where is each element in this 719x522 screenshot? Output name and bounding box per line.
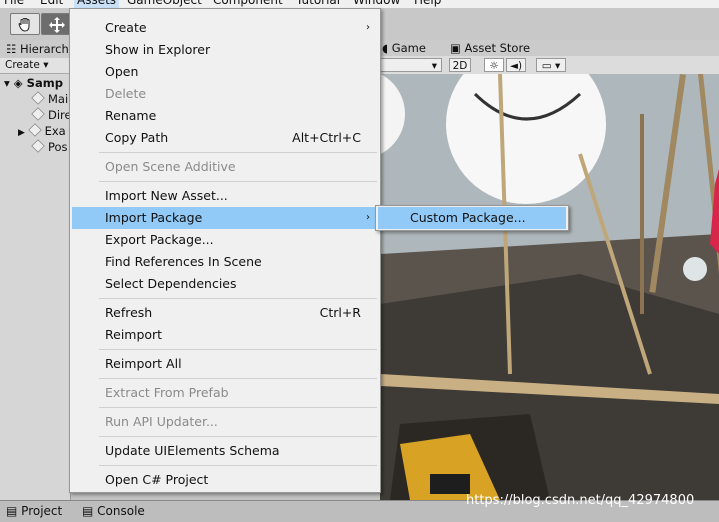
menu-item-run-api-updater[interactable]: Run API Updater... <box>72 411 378 433</box>
move-tool-button[interactable] <box>41 13 71 35</box>
lighting-toggle[interactable]: ☼ <box>484 58 504 72</box>
menu-item-custom-package[interactable]: Custom Package... <box>378 207 566 229</box>
scene-toolbar: ▾ 2D ☼ ◄) ▭ ▾ <box>370 56 719 75</box>
menu-item-rename[interactable]: Rename <box>72 105 378 127</box>
move-arrows-icon <box>49 17 65 33</box>
hierarchy-item[interactable]: ▶ Exa <box>18 123 66 139</box>
menu-separator <box>99 152 377 153</box>
menu-separator <box>99 407 377 408</box>
scene-render <box>380 74 719 500</box>
hierarchy-tab[interactable]: ☷ Hierarch <box>0 40 70 58</box>
menu-assets[interactable]: Assets <box>74 0 120 8</box>
tab-asset-store[interactable]: ▣ Asset Store <box>450 41 530 55</box>
list-icon: ☷ <box>6 42 17 56</box>
scene-name: Samp <box>26 76 63 90</box>
menu-item-show-in-explorer[interactable]: Show in Explorer <box>72 39 378 61</box>
menu-item-copy-path[interactable]: Copy Path Alt+Ctrl+C <box>72 127 378 149</box>
tab-console[interactable]: ▤ Console <box>82 504 145 518</box>
menu-separator <box>99 378 377 379</box>
submenu-arrow-icon: › <box>366 22 370 33</box>
gameobject-cube-icon <box>31 107 45 121</box>
menu-file[interactable]: File <box>4 0 24 8</box>
hand-tool-button[interactable] <box>10 13 40 35</box>
scene-viewport[interactable] <box>380 74 719 500</box>
menu-separator <box>99 465 377 466</box>
menu-item-find-references[interactable]: Find References In Scene <box>72 251 378 273</box>
gameobject-cube-icon <box>31 91 45 105</box>
hierarchy-item[interactable]: Mai <box>31 91 69 107</box>
hierarchy-create-bar: Create ▾ <box>0 58 70 74</box>
hierarchy-item-label: Mai <box>48 92 69 106</box>
unity-logo-icon: ◈ <box>13 76 23 90</box>
image-icon: ▭ <box>541 60 552 72</box>
import-package-submenu: Custom Package... <box>375 205 569 231</box>
menu-item-export-package[interactable]: Export Package... <box>72 229 378 251</box>
menu-item-open[interactable]: Open <box>72 61 378 83</box>
collapse-arrow-icon: ▶ <box>18 128 25 138</box>
hierarchy-tab-label: Hierarch <box>19 42 69 56</box>
gameobject-cube-icon <box>27 123 42 137</box>
tab-project[interactable]: ▤ Project <box>6 504 62 518</box>
watermark-text: https://blog.csdn.net/qq_42974800 <box>466 493 695 508</box>
mode-2d-toggle[interactable]: 2D <box>449 58 471 72</box>
menu-item-reimport[interactable]: Reimport <box>72 324 378 346</box>
menu-item-create[interactable]: Create › <box>72 17 378 39</box>
menu-item-import-new-asset[interactable]: Import New Asset... <box>72 185 378 207</box>
menu-edit[interactable]: Edit <box>40 0 63 8</box>
menu-gameobject[interactable]: GameObject <box>127 0 202 8</box>
menu-separator <box>99 181 377 182</box>
menu-item-select-dependencies[interactable]: Select Dependencies <box>72 273 378 295</box>
folder-icon: ▤ <box>6 504 18 518</box>
menu-item-open-csharp-project[interactable]: Open C# Project <box>72 469 378 491</box>
gameobject-cube-icon <box>31 139 45 153</box>
create-dropdown-button[interactable]: Create ▾ <box>5 59 49 71</box>
menu-item-delete[interactable]: Delete <box>72 83 378 105</box>
sun-icon: ☼ <box>489 60 499 72</box>
store-icon: ▣ <box>450 41 461 55</box>
hierarchy-item[interactable]: Dire <box>31 107 72 123</box>
view-tabs: ◖ Game ▣ Asset Store <box>380 40 719 56</box>
hierarchy-item-label: Pos <box>48 140 68 154</box>
menu-item-import-package[interactable]: Import Package › <box>72 207 378 229</box>
menu-component[interactable]: Component <box>213 0 283 8</box>
menu-separator <box>99 349 377 350</box>
menu-window[interactable]: Window <box>353 0 400 8</box>
console-icon: ▤ <box>82 504 94 518</box>
menu-separator <box>99 298 377 299</box>
gamepad-icon: ◖ <box>382 41 389 55</box>
scene-root-row[interactable]: ▾ ◈ Samp <box>4 75 63 91</box>
hierarchy-panel: ☷ Hierarch Create ▾ ▾ ◈ Samp Mai Dire ▶ … <box>0 40 72 500</box>
hierarchy-item-label: Exa <box>44 124 66 138</box>
speaker-icon: ◄) <box>509 60 523 72</box>
main-menubar: File Edit Assets GameObject Component Tu… <box>0 0 719 8</box>
menu-tutorial[interactable]: Tutorial <box>296 0 340 8</box>
menu-item-open-scene-additive[interactable]: Open Scene Additive <box>72 156 378 178</box>
menu-item-extract-from-prefab[interactable]: Extract From Prefab <box>72 382 378 404</box>
menu-help[interactable]: Help <box>414 0 441 8</box>
menu-item-reimport-all[interactable]: Reimport All <box>72 353 378 375</box>
tab-game[interactable]: ◖ Game <box>382 41 426 55</box>
menu-item-refresh[interactable]: Refresh Ctrl+R <box>72 302 378 324</box>
menu-separator <box>99 436 377 437</box>
hand-icon <box>18 18 30 32</box>
hierarchy-item[interactable]: Pos <box>31 139 68 155</box>
audio-toggle[interactable]: ◄) <box>506 58 526 72</box>
menu-item-update-uielements-schema[interactable]: Update UIElements Schema <box>72 440 378 462</box>
expand-arrow-icon: ▾ <box>4 76 10 90</box>
submenu-arrow-icon: › <box>366 212 370 223</box>
assets-dropdown-menu: Create › Show in Explorer Open Delete Ren… <box>69 8 381 493</box>
effects-dropdown[interactable]: ▭ ▾ <box>536 58 566 72</box>
